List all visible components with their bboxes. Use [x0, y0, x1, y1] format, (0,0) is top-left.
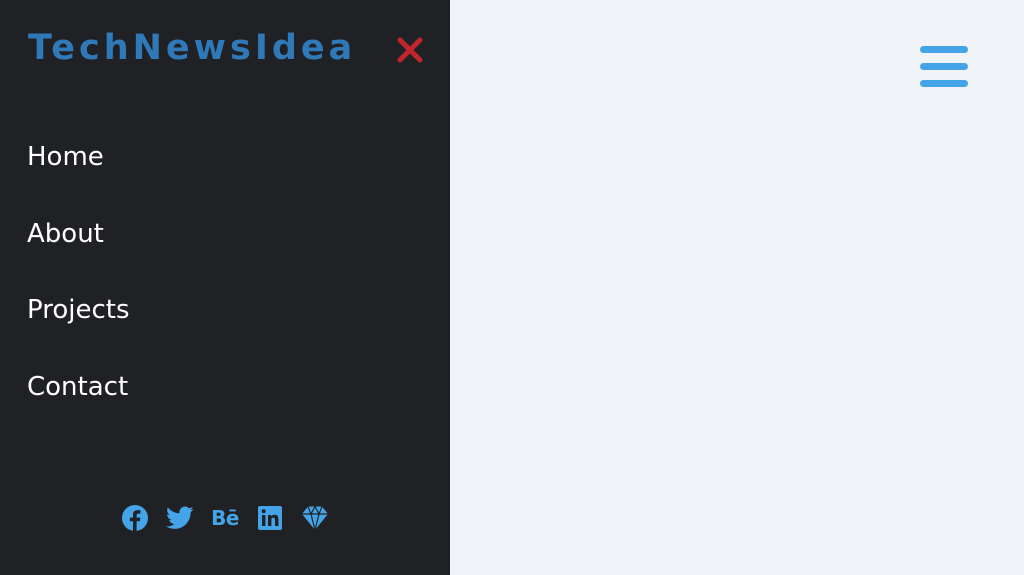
- nav-item-about[interactable]: About: [27, 214, 130, 291]
- sidebar: TechNewsIdea Home About Projects Contact…: [0, 0, 450, 575]
- close-icon[interactable]: [396, 36, 424, 64]
- site-title[interactable]: TechNewsIdea: [28, 26, 356, 70]
- hamburger-bar: [920, 63, 968, 70]
- menu-toggle-icon[interactable]: [920, 44, 968, 90]
- social-links: Bē: [121, 504, 329, 532]
- nav-item-contact[interactable]: Contact: [27, 367, 130, 444]
- facebook-icon[interactable]: [121, 504, 149, 532]
- behance-icon[interactable]: Bē: [211, 504, 239, 532]
- hamburger-bar: [920, 80, 968, 87]
- hamburger-bar: [920, 46, 968, 53]
- twitter-icon[interactable]: [166, 504, 194, 532]
- linkedin-icon[interactable]: [256, 504, 284, 532]
- nav-item-projects[interactable]: Projects: [27, 290, 130, 367]
- behance-label: Bē: [211, 506, 239, 530]
- nav-item-home[interactable]: Home: [27, 137, 130, 214]
- sketch-icon[interactable]: [301, 504, 329, 532]
- main-nav: Home About Projects Contact: [27, 137, 130, 443]
